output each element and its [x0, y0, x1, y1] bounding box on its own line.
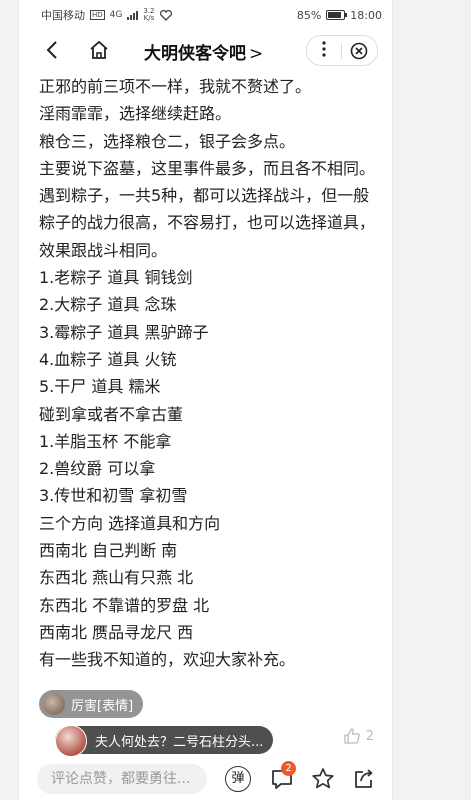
- post-line: 3.传世和初雪 拿初雪: [39, 486, 188, 506]
- post-body: 正邪的前三项不一样，我就不赘述了。 淫雨霏霏，选择继续赶路。粮仓三，选择粮仓二，银…: [39, 73, 384, 674]
- danmaku-bubble[interactable]: 厉害[表情]: [39, 690, 144, 718]
- post-line: 2.兽纹爵 可以拿: [39, 459, 156, 479]
- thumb-up-icon: [344, 728, 360, 744]
- capsule-menu: [306, 35, 378, 66]
- avatar: [55, 725, 87, 757]
- like-button[interactable]: 2: [343, 727, 374, 745]
- post-line: 西南北 赝品寻龙尺 西: [39, 622, 194, 642]
- close-circle-icon: [350, 42, 368, 59]
- post-line: 粮仓三，选择粮仓二，银子会多点。: [39, 131, 296, 151]
- star-icon[interactable]: [310, 766, 336, 792]
- danmaku-text: 厉害[表情]: [71, 698, 134, 714]
- comment-input[interactable]: 评论点赞，都要勇往...: [37, 764, 207, 794]
- danmaku-bubble[interactable]: 夫人何处去？二号石柱分头...: [55, 725, 274, 757]
- carrier-name: 中国移动: [41, 9, 85, 22]
- post-line: 东西北 不靠谱的罗盘 北: [39, 595, 210, 615]
- post-line: 1.老粽子 道具 铜钱剑: [39, 268, 193, 288]
- post-line: 正邪的前三项不一样，我就不赘述了。: [39, 77, 312, 96]
- heart-icon: [159, 9, 172, 21]
- battery-fill: [328, 12, 341, 18]
- bottom-bar: 评论点赞，都要勇往... 弹 2: [19, 758, 392, 800]
- home-icon[interactable]: [87, 38, 111, 62]
- post-line: 有一些我不知道的，欢迎大家补充。: [39, 650, 296, 670]
- status-bar: 中国移动 HD 4G 3.2 K/s 85% 18:00: [19, 0, 392, 30]
- signal-icon: [127, 10, 139, 20]
- network-type: 4G: [109, 10, 123, 20]
- post-line: 2.大粽子 道具 念珠: [39, 295, 177, 315]
- forum-title-link[interactable]: 大明侠客令吧 >: [144, 39, 263, 64]
- post-line: 三个方向 选择道具和方向: [39, 513, 221, 533]
- danmaku-toggle-button[interactable]: 弹: [225, 766, 251, 792]
- danmaku-text: 夫人何处去？二号石柱分头...: [95, 734, 264, 750]
- post-line: 淫雨霏霏，选择继续赶路。: [39, 104, 232, 124]
- net-speed: 3.2 K/s: [143, 8, 154, 22]
- post-line: 4.血粽子 道具 火铳: [39, 349, 177, 369]
- net-speed-unit: K/s: [143, 14, 155, 22]
- comment-count-badge: 2: [281, 761, 296, 776]
- avatar: [43, 693, 65, 715]
- close-button[interactable]: [342, 42, 376, 60]
- phone-screen: 中国移动 HD 4G 3.2 K/s 85% 18:00 大明侠客令吧 > 正邪…: [18, 0, 393, 800]
- post-line: 主要说下盗墓，这里事件最多，而且各不相同。: [39, 158, 376, 178]
- forum-title: 大明侠客令吧: [144, 44, 246, 64]
- post-line: 东西北 燕山有只燕 北: [39, 568, 194, 588]
- post-line: 3.霉粽子 道具 黑驴蹄子: [39, 322, 209, 342]
- post-line: 遇到粽子，一共5种，都可以选择战斗，但一般粽子的战力很高，不容易打，也可以选择道…: [39, 186, 376, 260]
- like-count: 2: [365, 728, 374, 744]
- post-line: 1.羊脂玉杯 不能拿: [39, 431, 172, 451]
- top-nav-bar: 大明侠客令吧 >: [19, 30, 392, 70]
- back-arrow-icon[interactable]: [41, 38, 65, 62]
- hd-badge: HD: [90, 10, 105, 20]
- more-dots-icon: [322, 40, 326, 57]
- battery-percent: 85%: [296, 8, 322, 22]
- post-line: 碰到拿或者不拿古董: [39, 404, 184, 424]
- battery-icon: [326, 10, 348, 20]
- chevron-right-icon: >: [249, 44, 264, 64]
- post-line: 5.干尸 道具 糯米: [39, 377, 161, 397]
- post-line: 西南北 自己判断 南: [39, 541, 178, 561]
- clock: 18:00: [350, 8, 382, 22]
- more-menu-button[interactable]: [307, 40, 341, 61]
- share-icon[interactable]: [351, 766, 377, 792]
